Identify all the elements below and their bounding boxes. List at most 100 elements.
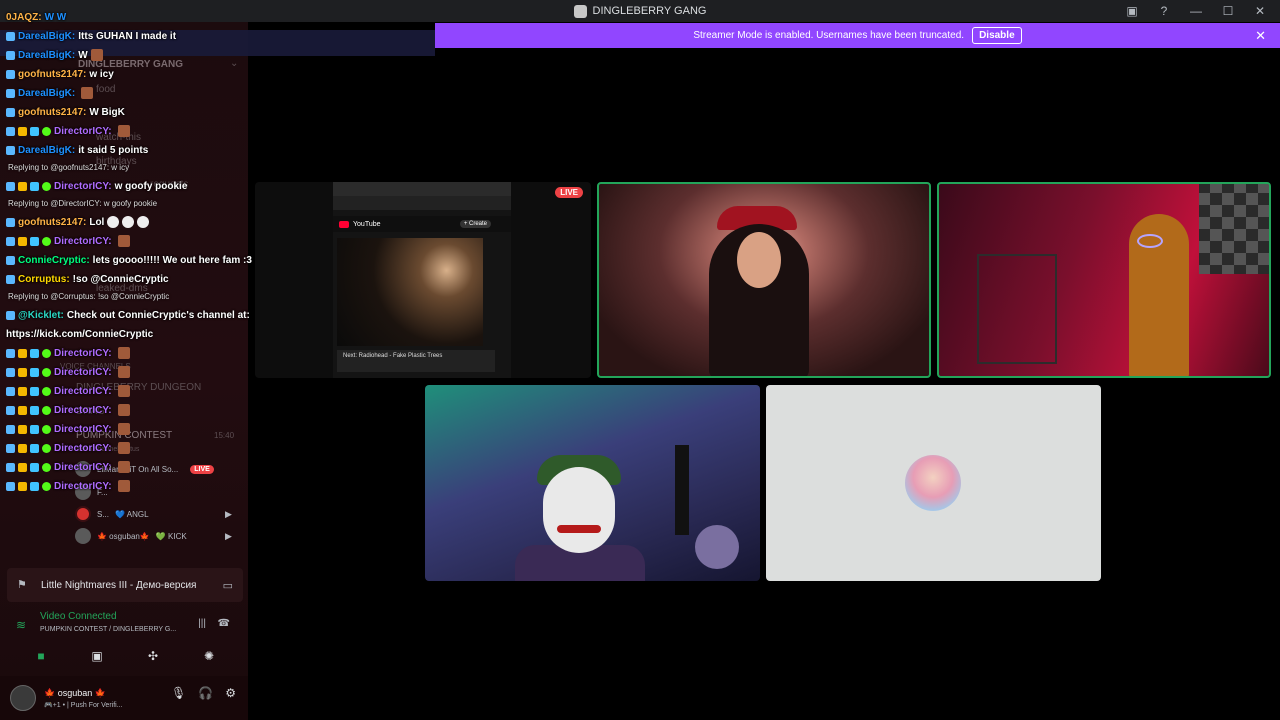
chat-username[interactable]: DarealBigK:: [18, 145, 75, 156]
chat-badge-icon: [6, 236, 15, 246]
chat-username[interactable]: ConnieCryptic:: [18, 255, 90, 266]
voice-channel-path[interactable]: PUMPKIN CONTEST / DINGLEBERRY G...: [40, 626, 176, 633]
chat-link[interactable]: https://kick.com/ConnieCryptic: [6, 329, 153, 340]
chat-message: DarealBigK: Itts GUHAN I made it: [6, 27, 176, 45]
chat-username[interactable]: DarealBigK:: [18, 31, 75, 42]
voice-user[interactable]: S... 💙 ANGL ▶: [75, 504, 232, 524]
chat-username[interactable]: DirectorICY:: [54, 405, 112, 416]
camera-button[interactable]: ■: [16, 644, 66, 668]
chat-badge-icon: [42, 181, 51, 191]
user-info[interactable]: 🍁 osguban 🍁 🎮+1 • | Push For Verifi...: [44, 688, 123, 709]
inbox-icon[interactable]: ▣: [1116, 0, 1148, 22]
chat-message: Corruptus: !so @ConnieCryptic: [6, 270, 169, 288]
camera-tile[interactable]: [597, 182, 931, 378]
cast-icon[interactable]: ▭: [223, 579, 233, 592]
chat-username[interactable]: DarealBigK:: [18, 50, 75, 61]
game-icon: ⚑: [17, 579, 27, 591]
activities-button[interactable]: ✣: [128, 644, 178, 668]
chat-badge-icon: [6, 181, 15, 191]
discord-window: DINGLEBERRY GANG ▣ ? — ☐ ✕ Streamer Mode…: [0, 0, 1280, 720]
chat-username[interactable]: DirectorICY:: [54, 462, 112, 473]
screen-share-button[interactable]: ▣: [72, 644, 122, 668]
chat-message: goofnuts2147: W BigK: [6, 103, 125, 121]
maximize-icon[interactable]: ☐: [1212, 0, 1244, 22]
chat-emote-icon: [81, 87, 94, 99]
chat-message: goofnuts2147: Lol: [6, 213, 150, 231]
chat-emote-icon: [90, 49, 103, 61]
chat-username[interactable]: DirectorICY:: [54, 181, 112, 192]
chat-badge-icon: [30, 236, 39, 246]
chat-badge-icon: [18, 462, 27, 472]
chat-badge-icon: [30, 424, 39, 434]
chat-username[interactable]: DirectorICY:: [54, 367, 112, 378]
chat-username[interactable]: DarealBigK:: [18, 88, 75, 99]
reply-reference: Replying to @Corruptus: !so @ConnieCrypt…: [8, 292, 170, 301]
chat-emote-icon: [117, 385, 130, 397]
disable-button[interactable]: Disable: [972, 27, 1022, 44]
chat-badge-icon: [30, 462, 39, 472]
chat-badge-icon: [18, 405, 27, 415]
disconnect-icon[interactable]: ☎: [218, 618, 230, 629]
chat-username[interactable]: DirectorICY:: [54, 481, 112, 492]
chat-username[interactable]: DirectorICY:: [54, 126, 112, 137]
noise-suppression-icon[interactable]: |||: [198, 618, 206, 629]
chat-message: ConnieCryptic: lets goooo!!!!! We out her…: [6, 251, 267, 269]
chat-username[interactable]: DirectorICY:: [54, 386, 112, 397]
chat-badge-icon: [18, 348, 27, 358]
chat-badge-icon: [6, 424, 15, 434]
chat-username[interactable]: Corruptus:: [18, 274, 70, 285]
gear-icon[interactable]: ⚙: [225, 686, 236, 700]
chat-text: W: [78, 49, 88, 61]
joker-face: [543, 467, 615, 553]
chat-username[interactable]: goofnuts2147:: [18, 217, 86, 228]
chat-username[interactable]: DirectorICY:: [54, 348, 112, 359]
voice-status[interactable]: Video Connected: [40, 611, 117, 622]
minimize-icon[interactable]: —: [1180, 0, 1212, 22]
chat-emote-icon: [117, 125, 130, 137]
chat-username[interactable]: @Kicklet:: [18, 310, 64, 321]
camera-tile[interactable]: [937, 182, 1271, 378]
plush-toy: [695, 525, 739, 569]
close-icon[interactable]: ✕: [1244, 0, 1276, 22]
chat-emote-icon: [117, 235, 130, 247]
chat-username[interactable]: goofnuts2147:: [18, 69, 86, 80]
chat-username[interactable]: DirectorICY:: [54, 236, 112, 247]
chat-message: DirectorICY:: [6, 477, 130, 495]
chat-text: lets goooo!!!!! We out here fam :3: [92, 254, 252, 266]
soundboard-button[interactable]: ✺: [184, 644, 234, 668]
chat-text: Itts GUHAN I made it: [78, 30, 177, 42]
chat-badge-icon: [18, 181, 27, 191]
camera-tile[interactable]: [425, 385, 760, 581]
chat-text: W BigK: [89, 106, 125, 118]
chat-badge-icon: [30, 126, 39, 136]
chat-message: DirectorICY:: [6, 458, 130, 476]
skull-emote-icon: [122, 216, 135, 228]
chat-emote-icon: [117, 366, 130, 378]
chat-message: DirectorICY:: [6, 420, 130, 438]
chat-message: DirectorICY:: [6, 232, 130, 250]
window-title-text: DINGLEBERRY GANG: [592, 5, 707, 17]
chat-badge-icon: [6, 443, 15, 453]
avatar-tile[interactable]: [766, 385, 1101, 581]
reply-reference: Replying to @goofnuts2147: w icy: [8, 163, 130, 172]
banner-close-icon[interactable]: ✕: [1255, 28, 1266, 44]
chat-badge-icon: [6, 50, 15, 60]
headphones-icon[interactable]: 🎧: [198, 686, 213, 700]
chat-username: 0JAQZ:: [6, 11, 42, 23]
signal-icon[interactable]: ≋: [16, 618, 26, 632]
activity-panel[interactable]: ⚑ Little Nightmares III - Демо-версия ▭: [7, 568, 243, 602]
chat-badge-icon: [42, 348, 51, 358]
help-icon[interactable]: ?: [1148, 0, 1180, 22]
chat-username[interactable]: DirectorICY:: [54, 424, 112, 435]
microphone-icon[interactable]: 🎙: [171, 686, 186, 700]
chat-message: DirectorICY:: [6, 122, 130, 140]
chat-username[interactable]: DirectorICY:: [54, 443, 112, 454]
skull-emote-icon: [107, 216, 120, 228]
chat-message: @Kicklet: Check out ConnieCryptic's chann…: [6, 306, 250, 324]
chat-username[interactable]: goofnuts2147:: [18, 107, 86, 118]
user-avatar[interactable]: [10, 685, 36, 711]
chat-badge-icon: [18, 386, 27, 396]
chat-emote-icon: [117, 480, 130, 492]
screen-share-tile[interactable]: YouTube + Create Next: Radiohead - Fake …: [255, 182, 591, 378]
voice-user[interactable]: 🍁 osguban🍁 💚 KICK ▶: [75, 526, 232, 546]
